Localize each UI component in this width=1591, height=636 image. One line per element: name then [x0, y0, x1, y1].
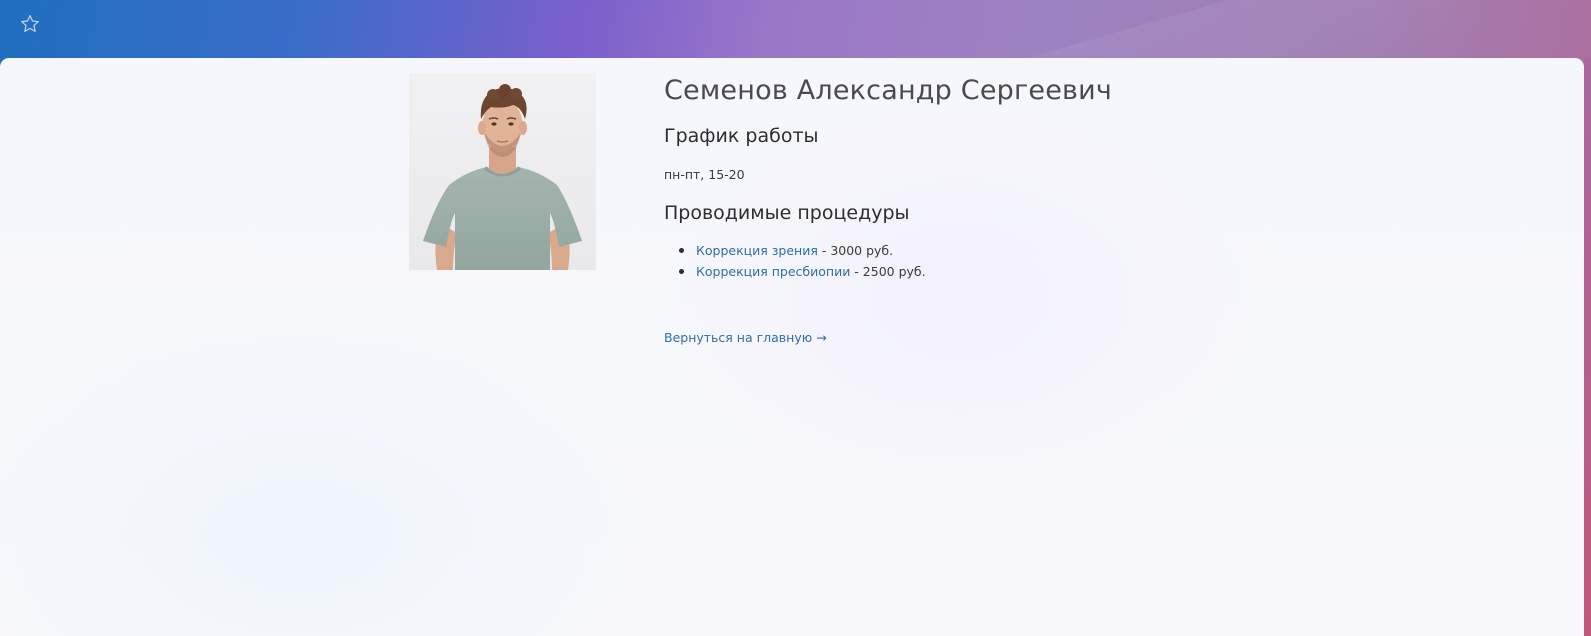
top-bar — [0, 0, 1591, 60]
procedure-price: - 2500 руб. — [850, 264, 926, 279]
window-edge — [1584, 58, 1591, 636]
list-item: Коррекция зрения - 3000 руб. — [679, 240, 926, 261]
doctor-portrait-icon — [409, 73, 596, 270]
procedure-price: - 3000 руб. — [817, 243, 894, 258]
schedule-heading: График работы — [664, 125, 819, 147]
star-icon — [21, 14, 39, 32]
top-bar-decoration — [1020, 0, 1480, 60]
procedures-heading: Проводимые процедуры — [664, 202, 910, 224]
procedures-list: Коррекция зрения - 3000 руб. Коррекция п… — [664, 240, 926, 282]
list-item: Коррекция пресбиопии - 2500 руб. — [679, 261, 926, 282]
bullet-icon — [679, 269, 684, 274]
bullet-icon — [679, 248, 684, 253]
main-content: Семенов Александр Сергеевич График работ… — [0, 58, 1584, 636]
favorite-star-icon[interactable] — [19, 13, 43, 37]
procedure-link-vision-correction[interactable]: Коррекция зрения — [696, 243, 818, 258]
schedule-text: пн-пт, 15-20 — [664, 167, 745, 182]
doctor-photo — [409, 73, 596, 270]
back-to-home-link[interactable]: Вернуться на главную → — [664, 330, 827, 345]
doctor-name: Семенов Александр Сергеевич — [664, 75, 1113, 106]
procedure-link-presbyopia-correction[interactable]: Коррекция пресбиопии — [696, 264, 850, 279]
